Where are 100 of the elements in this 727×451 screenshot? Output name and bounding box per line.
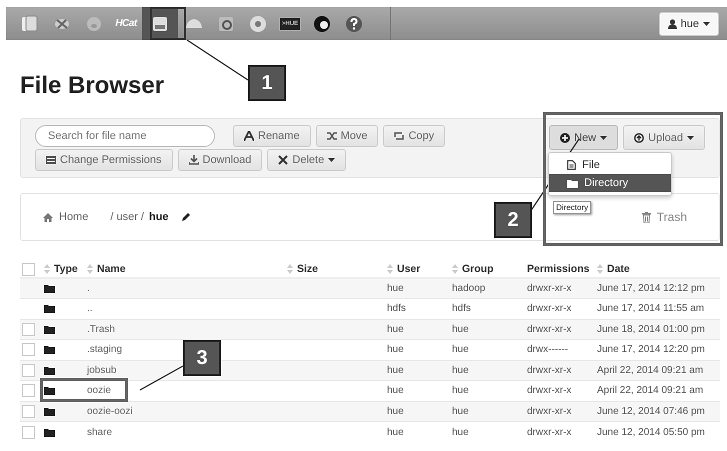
sort-icon bbox=[87, 264, 93, 274]
table-cell: drwxr-xr-x bbox=[527, 324, 572, 335]
row-checkbox[interactable] bbox=[22, 364, 35, 377]
leader-line bbox=[186, 40, 248, 80]
sort-icon bbox=[44, 264, 50, 274]
table-cell: June 17, 2014 11:55 am bbox=[597, 303, 704, 314]
user-menu-button[interactable]: hue bbox=[658, 12, 719, 36]
folder-icon bbox=[44, 428, 55, 436]
current-folder: hue bbox=[148, 211, 169, 223]
help-icon[interactable] bbox=[344, 14, 364, 34]
pencil-icon[interactable] bbox=[180, 212, 191, 222]
table-cell: hue bbox=[387, 406, 404, 417]
file-name-link[interactable]: .Trash bbox=[87, 324, 115, 335]
file-name-link[interactable]: . bbox=[87, 283, 90, 294]
caret-icon bbox=[687, 136, 694, 140]
menu-item[interactable]: Directory bbox=[549, 174, 672, 192]
folder-icon bbox=[44, 386, 55, 396]
folder-icon bbox=[44, 304, 55, 314]
column-header[interactable]: User bbox=[387, 263, 420, 275]
folder-icon bbox=[44, 324, 55, 334]
folder-icon bbox=[44, 406, 55, 416]
file-name-link[interactable]: .. bbox=[87, 303, 93, 314]
callout-number: 2 bbox=[494, 202, 532, 238]
column-header[interactable]: Date bbox=[597, 263, 630, 275]
cross-icon bbox=[278, 155, 288, 165]
table-cell: hue bbox=[387, 364, 404, 376]
table-cell: June 18, 2014 01:00 pm bbox=[597, 324, 705, 335]
table-cell: hue bbox=[452, 426, 469, 438]
table-cell: drwxr-xr-x bbox=[527, 385, 572, 396]
table-cell: hue bbox=[387, 344, 404, 356]
copy-button[interactable]: Copy bbox=[383, 125, 446, 147]
file-name-link[interactable]: .staging bbox=[87, 344, 122, 356]
select-all-checkbox[interactable] bbox=[22, 262, 35, 276]
table-cell: hue bbox=[387, 385, 404, 396]
sort-icon bbox=[387, 264, 393, 274]
table-cell: hue bbox=[387, 426, 404, 438]
sort-icon bbox=[287, 264, 293, 274]
sort-icon bbox=[597, 264, 603, 274]
permissions-button[interactable]: Change Permissions bbox=[35, 149, 172, 171]
table-cell: June 12, 2014 05:50 pm bbox=[597, 426, 705, 438]
file-name-link[interactable]: jobsub bbox=[87, 364, 116, 376]
table-cell: June 12, 2014 07:46 pm bbox=[597, 406, 705, 417]
document-icon bbox=[567, 160, 576, 170]
row-checkbox[interactable] bbox=[22, 404, 35, 418]
highlight-frame bbox=[150, 7, 186, 40]
column-header[interactable]: Type bbox=[44, 263, 78, 275]
table-cell: hdfs bbox=[452, 303, 471, 314]
table-cell: drwx------ bbox=[527, 344, 568, 356]
table-cell: June 17, 2014 12:20 pm bbox=[597, 344, 705, 356]
table-cell: hue bbox=[452, 364, 469, 376]
row-checkbox[interactable] bbox=[22, 426, 35, 438]
folder-icon bbox=[44, 284, 55, 293]
row-checkbox[interactable] bbox=[22, 343, 35, 356]
table-cell: hue bbox=[387, 283, 404, 294]
file-name-link[interactable]: oozie-oozi bbox=[87, 406, 133, 417]
callout-number: 3 bbox=[183, 340, 221, 376]
shuffle-icon bbox=[326, 131, 337, 141]
rename-button[interactable]: Rename bbox=[233, 125, 311, 147]
table-cell: hue bbox=[452, 406, 469, 417]
table-cell: drwxr-xr-x bbox=[527, 364, 572, 376]
trash-link[interactable]: Trash bbox=[642, 210, 687, 224]
tooltip: Directory bbox=[553, 201, 592, 214]
sort-icon bbox=[452, 264, 458, 274]
row-checkbox[interactable] bbox=[22, 322, 35, 336]
table-cell: drwxr-xr-x bbox=[527, 303, 572, 314]
trash-icon bbox=[642, 212, 651, 222]
move-button[interactable]: Move bbox=[316, 125, 378, 147]
table-cell: hue bbox=[452, 344, 469, 356]
table-cell: June 17, 2014 12:12 pm bbox=[597, 283, 705, 294]
leader-line bbox=[140, 365, 184, 391]
home-link[interactable]: Home bbox=[43, 211, 88, 223]
page-title: File Browser bbox=[20, 72, 164, 100]
column-header[interactable]: Group bbox=[452, 263, 494, 275]
table-cell: April 22, 2014 09:21 am bbox=[597, 385, 704, 396]
new-button[interactable]: New bbox=[549, 125, 618, 150]
file-name-link[interactable]: oozie bbox=[87, 385, 111, 396]
callout-number: 1 bbox=[248, 65, 286, 101]
loop-icon bbox=[394, 131, 404, 141]
row-checkbox[interactable] bbox=[22, 384, 35, 398]
upload-button[interactable]: Upload bbox=[623, 125, 705, 150]
caret-icon bbox=[703, 22, 710, 26]
table-cell: hadoop bbox=[452, 283, 486, 294]
list-icon bbox=[46, 155, 56, 165]
user-icon bbox=[668, 18, 677, 28]
download-button[interactable]: Download bbox=[178, 149, 262, 171]
table-cell: drwxr-xr-x bbox=[527, 406, 572, 417]
table-cell: hue bbox=[387, 324, 404, 335]
path-link[interactable]: / user / bbox=[110, 211, 144, 223]
delete-button[interactable]: Delete bbox=[267, 149, 346, 171]
file-name-link[interactable]: share bbox=[87, 426, 112, 438]
column-header[interactable]: Name bbox=[87, 263, 126, 275]
disc-icon[interactable] bbox=[248, 14, 268, 34]
folder-icon bbox=[44, 345, 55, 354]
column-header[interactable]: Permissions bbox=[527, 263, 590, 275]
table-cell: drwxr-xr-x bbox=[527, 426, 572, 438]
search-field[interactable]: Search for file name bbox=[35, 125, 215, 147]
menu-item[interactable]: File bbox=[549, 156, 672, 174]
column-header[interactable]: Size bbox=[287, 263, 318, 275]
table-cell: hdfs bbox=[387, 303, 406, 314]
pages-icon[interactable] bbox=[20, 14, 40, 34]
